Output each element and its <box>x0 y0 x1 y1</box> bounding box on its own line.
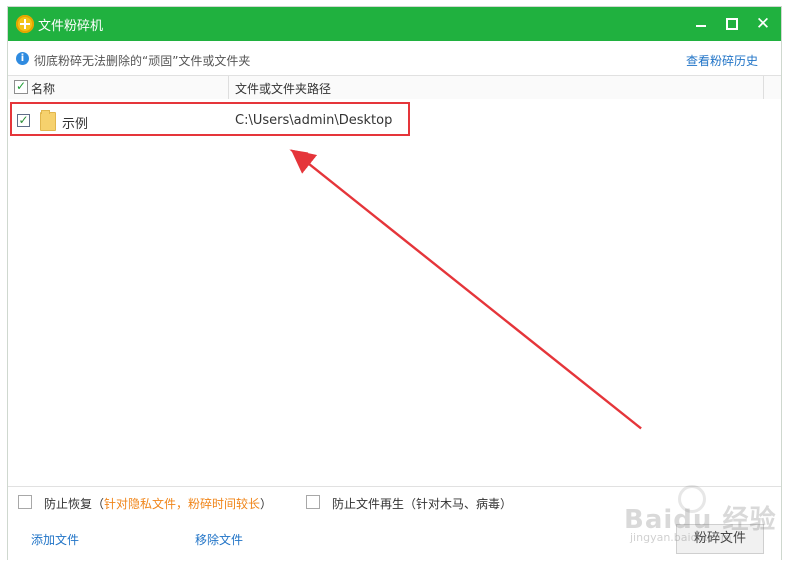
notice-text: 彻底粉碎无法删除的“顽固”文件或文件夹 <box>34 54 251 68</box>
minimize-button[interactable] <box>687 10 715 38</box>
folder-icon <box>40 110 56 131</box>
options-bar: 防止恢复（针对隐私文件，粉碎时间较长） 防止文件再生（针对木马、病毒） <box>8 486 781 517</box>
prevent-recovery-checkbox[interactable] <box>18 495 32 509</box>
window-title: 文件粉碎机 <box>38 19 104 34</box>
prevent-regeneration-checkbox[interactable] <box>306 495 320 509</box>
list-header: ✓ 名称 文件或文件夹路径 <box>8 75 781 100</box>
column-header-name[interactable]: 名称 <box>31 80 55 97</box>
column-divider-end <box>763 76 764 99</box>
file-row-highlighted[interactable]: ✓ 示例 C:\Users\admin\Desktop <box>10 102 410 136</box>
app-logo-icon <box>16 15 34 33</box>
prevent-regeneration-label: 防止文件再生（针对木马、病毒） <box>332 497 513 511</box>
maximize-icon <box>726 18 738 30</box>
close-icon: ✕ <box>755 13 771 34</box>
view-shred-history-link[interactable]: 查看粉碎历史 <box>686 52 758 69</box>
add-file-link[interactable]: 添加文件 <box>31 531 79 548</box>
file-shredder-window: 文件粉碎机 ✕ i 彻底粉碎无法删除的“顽固”文件或文件夹 查看粉碎历史 ✓ 名… <box>7 6 782 561</box>
maximize-button[interactable] <box>718 10 746 38</box>
close-button[interactable]: ✕ <box>749 10 777 38</box>
column-header-path[interactable]: 文件或文件夹路径 <box>235 80 331 97</box>
select-all-checkbox[interactable]: ✓ <box>14 80 28 94</box>
prevent-recovery-text: 防止恢复（ <box>44 497 105 511</box>
prevent-recovery-close: ） <box>260 497 273 511</box>
file-path: C:\Users\admin\Desktop <box>235 113 393 128</box>
column-divider[interactable] <box>228 76 229 99</box>
prevent-recovery-label: 防止恢复（针对隐私文件，粉碎时间较长） <box>44 495 272 512</box>
bottom-action-bar: 添加文件 移除文件 粉碎文件 <box>8 517 781 561</box>
title-bar: 文件粉碎机 ✕ <box>8 7 781 41</box>
info-icon: i <box>16 52 29 65</box>
shred-file-button[interactable]: 粉碎文件 <box>676 524 764 554</box>
file-list: ✓ 示例 C:\Users\admin\Desktop <box>8 99 781 486</box>
prevent-recovery-hint: 针对隐私文件，粉碎时间较长 <box>104 497 261 511</box>
notice-bar: i 彻底粉碎无法删除的“顽固”文件或文件夹 查看粉碎历史 <box>8 42 781 74</box>
minimize-icon <box>696 25 706 27</box>
row-checkbox[interactable]: ✓ <box>17 114 30 127</box>
remove-file-link[interactable]: 移除文件 <box>195 531 243 548</box>
file-name: 示例 <box>62 117 89 132</box>
